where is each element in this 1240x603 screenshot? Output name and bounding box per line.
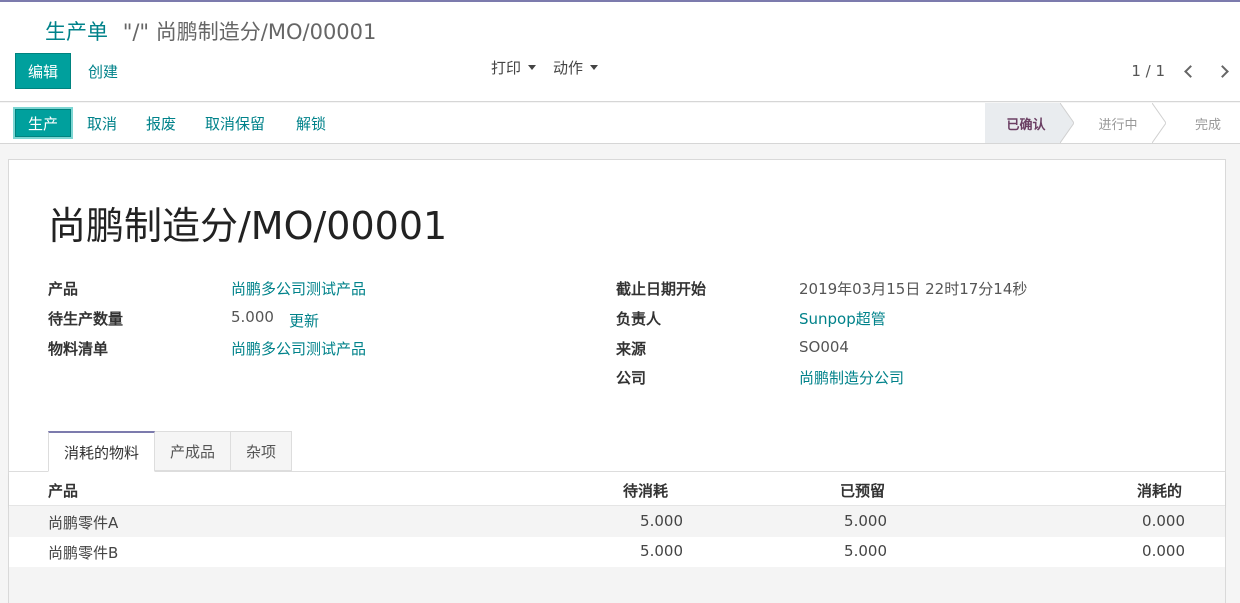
- row-reserved: 5.000: [844, 542, 887, 560]
- row-to-consume: 5.000: [640, 542, 683, 560]
- column-header-product[interactable]: 产品: [48, 480, 78, 501]
- pager-value[interactable]: 1 / 1: [1131, 62, 1165, 80]
- row-to-consume: 5.000: [640, 512, 683, 530]
- chevron-right-icon: [1215, 64, 1229, 78]
- row-consumed: 0.000: [1142, 542, 1185, 560]
- bom-label: 物料清单: [48, 340, 109, 358]
- action-dropdown[interactable]: 动作: [553, 54, 599, 80]
- record-title: 尚鹏制造分/MO/00001: [48, 204, 448, 248]
- unlock-button[interactable]: 解锁: [296, 107, 326, 139]
- edit-button[interactable]: 编辑: [15, 53, 71, 89]
- pager-previous-button[interactable]: [1181, 60, 1199, 82]
- row-reserved: 5.000: [844, 512, 887, 530]
- bom-link[interactable]: 尚鹏多公司测试产品: [231, 338, 366, 359]
- stage-done[interactable]: 完成: [1166, 103, 1240, 143]
- action-dropdown-label: 动作: [553, 58, 584, 77]
- pager-next-button[interactable]: [1213, 60, 1231, 82]
- produce-button[interactable]: 生产: [13, 107, 73, 139]
- breadcrumb: 生产单 "/" 尚鹏制造分/MO/00001: [45, 16, 376, 46]
- stage-pipeline: 已确认 进行中 完成: [985, 103, 1240, 143]
- deadline-start-label: 截止日期开始: [616, 280, 707, 298]
- cancel-button[interactable]: 取消: [87, 107, 117, 139]
- breadcrumb-current: "/" 尚鹏制造分/MO/00001: [123, 20, 377, 44]
- caret-down-icon: [590, 64, 599, 70]
- caret-down-icon: [528, 64, 537, 70]
- stage-confirmed: 已确认: [985, 103, 1061, 143]
- row-consumed: 0.000: [1142, 512, 1185, 530]
- table-row[interactable]: 尚鹏零件B 5.000 5.000 0.000: [9, 537, 1225, 567]
- tab-miscellaneous[interactable]: 杂项: [231, 431, 293, 471]
- product-link[interactable]: 尚鹏多公司测试产品: [231, 278, 366, 299]
- chevron-left-icon: [1183, 64, 1197, 78]
- stage-arrow-separator: [1152, 103, 1166, 143]
- create-button[interactable]: 创建: [80, 53, 126, 89]
- tab-finished-products[interactable]: 产成品: [155, 431, 232, 471]
- stage-in-progress[interactable]: 进行中: [1074, 103, 1152, 143]
- print-dropdown-label: 打印: [491, 58, 522, 77]
- responsible-label: 负责人: [616, 310, 662, 328]
- qty-to-produce-value: 5.000: [231, 308, 274, 326]
- row-product: 尚鹏零件A: [48, 514, 119, 532]
- scrap-button[interactable]: 报废: [146, 107, 176, 139]
- table-empty-row: [9, 567, 1225, 603]
- control-panel: 生产单 "/" 尚鹏制造分/MO/00001 编辑 创建 打印 动作 1 / 1: [0, 2, 1240, 102]
- breadcrumb-current-label: 尚鹏制造分/MO/00001: [155, 20, 377, 44]
- status-bar: 生产 取消 报废 取消保留 解锁 已确认 进行中 完成: [0, 103, 1240, 144]
- row-product: 尚鹏零件B: [48, 544, 119, 562]
- unreserve-button[interactable]: 取消保留: [205, 107, 265, 139]
- notebook-tabs: 消耗的物料 产成品 杂项: [48, 431, 293, 472]
- product-label: 产品: [48, 280, 79, 298]
- column-header-reserved[interactable]: 已预留: [840, 480, 885, 501]
- source-value: SO004: [799, 338, 849, 356]
- update-qty-button[interactable]: 更新: [289, 310, 319, 331]
- table-header: 产品 待消耗 已预留 消耗的: [9, 472, 1225, 506]
- column-header-to-consume[interactable]: 待消耗: [623, 480, 668, 501]
- deadline-start-value: 2019年03月15日 22时17分14秒: [799, 280, 1028, 298]
- company-label: 公司: [616, 369, 647, 387]
- tab-consumed-materials[interactable]: 消耗的物料: [48, 431, 156, 472]
- company-link[interactable]: 尚鹏制造分公司: [799, 367, 904, 388]
- breadcrumb-separator: "/": [122, 20, 150, 44]
- print-dropdown[interactable]: 打印: [491, 54, 537, 80]
- form-sheet: 尚鹏制造分/MO/00001 产品 尚鹏多公司测试产品 待生产数量 5.000 …: [8, 159, 1226, 603]
- stage-arrow-separator: [1060, 103, 1074, 143]
- breadcrumb-parent-link[interactable]: 生产单: [45, 20, 108, 44]
- table-row[interactable]: 尚鹏零件A 5.000 5.000 0.000: [9, 507, 1225, 537]
- qty-to-produce-label: 待生产数量: [48, 310, 124, 328]
- responsible-link[interactable]: Sunpop超管: [799, 308, 886, 329]
- source-label: 来源: [616, 340, 647, 358]
- column-header-consumed[interactable]: 消耗的: [1137, 480, 1182, 501]
